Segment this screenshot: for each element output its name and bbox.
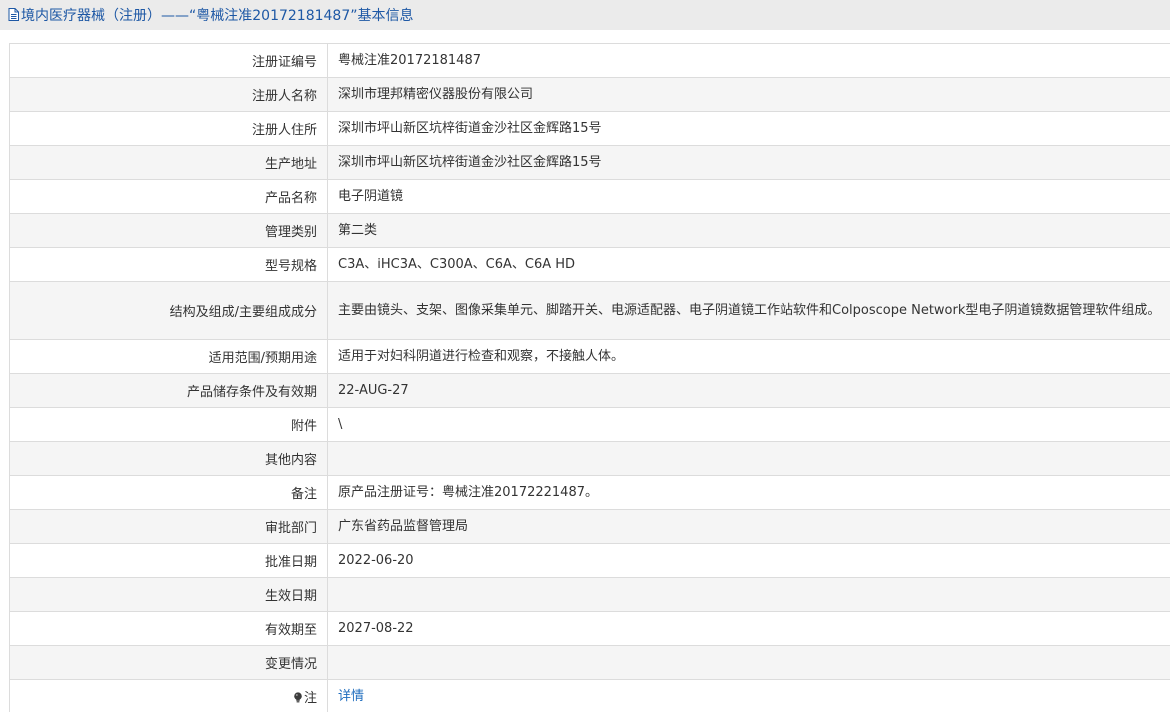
row-label: 生效日期	[9, 577, 328, 612]
table-row: 附件 \	[9, 407, 1170, 442]
row-value	[327, 645, 1170, 680]
table-row: 型号规格 C3A、iHC3A、C300A、C6A、C6A HD	[9, 247, 1170, 282]
row-value: 原产品注册证号：粤械注准20172221487。	[327, 475, 1170, 510]
row-label: 附件	[9, 407, 328, 442]
note-row: 注 详情	[9, 679, 1170, 712]
table-row: 产品储存条件及有效期 22-AUG-27	[9, 373, 1170, 408]
row-value: 22-AUG-27	[327, 373, 1170, 408]
row-value: 第二类	[327, 213, 1170, 248]
table-row: 生产地址 深圳市坪山新区坑梓街道金沙社区金辉路15号	[9, 145, 1170, 180]
row-label: 审批部门	[9, 509, 328, 544]
row-value: C3A、iHC3A、C300A、C6A、C6A HD	[327, 247, 1170, 282]
table-row: 注册证编号 粤械注准20172181487	[9, 43, 1170, 78]
row-label: 结构及组成/主要组成成分	[9, 281, 328, 340]
row-value: 2027-08-22	[327, 611, 1170, 646]
table-row: 结构及组成/主要组成成分 主要由镜头、支架、图像采集单元、脚踏开关、电源适配器、…	[9, 281, 1170, 340]
row-label: 有效期至	[9, 611, 328, 646]
row-label: 生产地址	[9, 145, 328, 180]
row-label: 型号规格	[9, 247, 328, 282]
row-value: 适用于对妇科阴道进行检查和观察，不接触人体。	[327, 339, 1170, 374]
row-label: 批准日期	[9, 543, 328, 578]
details-link[interactable]: 详情	[338, 689, 364, 704]
row-value: 深圳市坪山新区坑梓街道金沙社区金辉路15号	[327, 111, 1170, 146]
table-row: 适用范围/预期用途 适用于对妇科阴道进行检查和观察，不接触人体。	[9, 339, 1170, 374]
page: 境内医疗器械（注册）——“粤械注准20172181487”基本信息 注册证编号 …	[0, 0, 1170, 712]
row-value: \	[327, 407, 1170, 442]
note-label: 注	[303, 691, 317, 706]
row-value: 电子阴道镜	[327, 179, 1170, 214]
table-row: 管理类别 第二类	[9, 213, 1170, 248]
row-label: 产品储存条件及有效期	[9, 373, 328, 408]
info-table: 注册证编号 粤械注准20172181487 注册人名称 深圳市理邦精密仪器股份有…	[9, 43, 1170, 712]
row-label: 注册证编号	[9, 43, 328, 78]
table-row: 其他内容	[9, 441, 1170, 476]
table-row: 变更情况	[9, 645, 1170, 680]
table-row: 产品名称 电子阴道镜	[9, 179, 1170, 214]
table-row: 生效日期	[9, 577, 1170, 612]
table-row: 备注 原产品注册证号：粤械注准20172221487。	[9, 475, 1170, 510]
row-label: 注册人住所	[9, 111, 328, 146]
row-value	[327, 577, 1170, 612]
table-row: 批准日期 2022-06-20	[9, 543, 1170, 578]
row-label: 备注	[9, 475, 328, 510]
document-icon	[8, 7, 19, 21]
row-value: 主要由镜头、支架、图像采集单元、脚踏开关、电源适配器、电子阴道镜工作站软件和Co…	[327, 281, 1170, 340]
table-row: 有效期至 2027-08-22	[9, 611, 1170, 646]
row-value: 粤械注准20172181487	[327, 43, 1170, 78]
lightbulb-icon	[293, 692, 303, 703]
note-value-cell: 详情	[327, 679, 1170, 712]
table-row: 注册人名称 深圳市理邦精密仪器股份有限公司	[9, 77, 1170, 112]
note-label-cell: 注	[9, 679, 328, 712]
row-label: 变更情况	[9, 645, 328, 680]
row-label: 管理类别	[9, 213, 328, 248]
row-value: 深圳市理邦精密仪器股份有限公司	[327, 77, 1170, 112]
page-title: 境内医疗器械（注册）——“粤械注准20172181487”基本信息	[21, 8, 414, 24]
row-label: 产品名称	[9, 179, 328, 214]
row-value: 2022-06-20	[327, 543, 1170, 578]
row-value: 广东省药品监督管理局	[327, 509, 1170, 544]
row-value	[327, 441, 1170, 476]
row-label: 适用范围/预期用途	[9, 339, 328, 374]
row-value: 深圳市坪山新区坑梓街道金沙社区金辉路15号	[327, 145, 1170, 180]
info-table-body: 注册证编号 粤械注准20172181487 注册人名称 深圳市理邦精密仪器股份有…	[9, 43, 1170, 712]
table-row: 注册人住所 深圳市坪山新区坑梓街道金沙社区金辉路15号	[9, 111, 1170, 146]
row-label: 注册人名称	[9, 77, 328, 112]
row-label: 其他内容	[9, 441, 328, 476]
page-header: 境内医疗器械（注册）——“粤械注准20172181487”基本信息	[0, 0, 1170, 30]
table-row: 审批部门 广东省药品监督管理局	[9, 509, 1170, 544]
